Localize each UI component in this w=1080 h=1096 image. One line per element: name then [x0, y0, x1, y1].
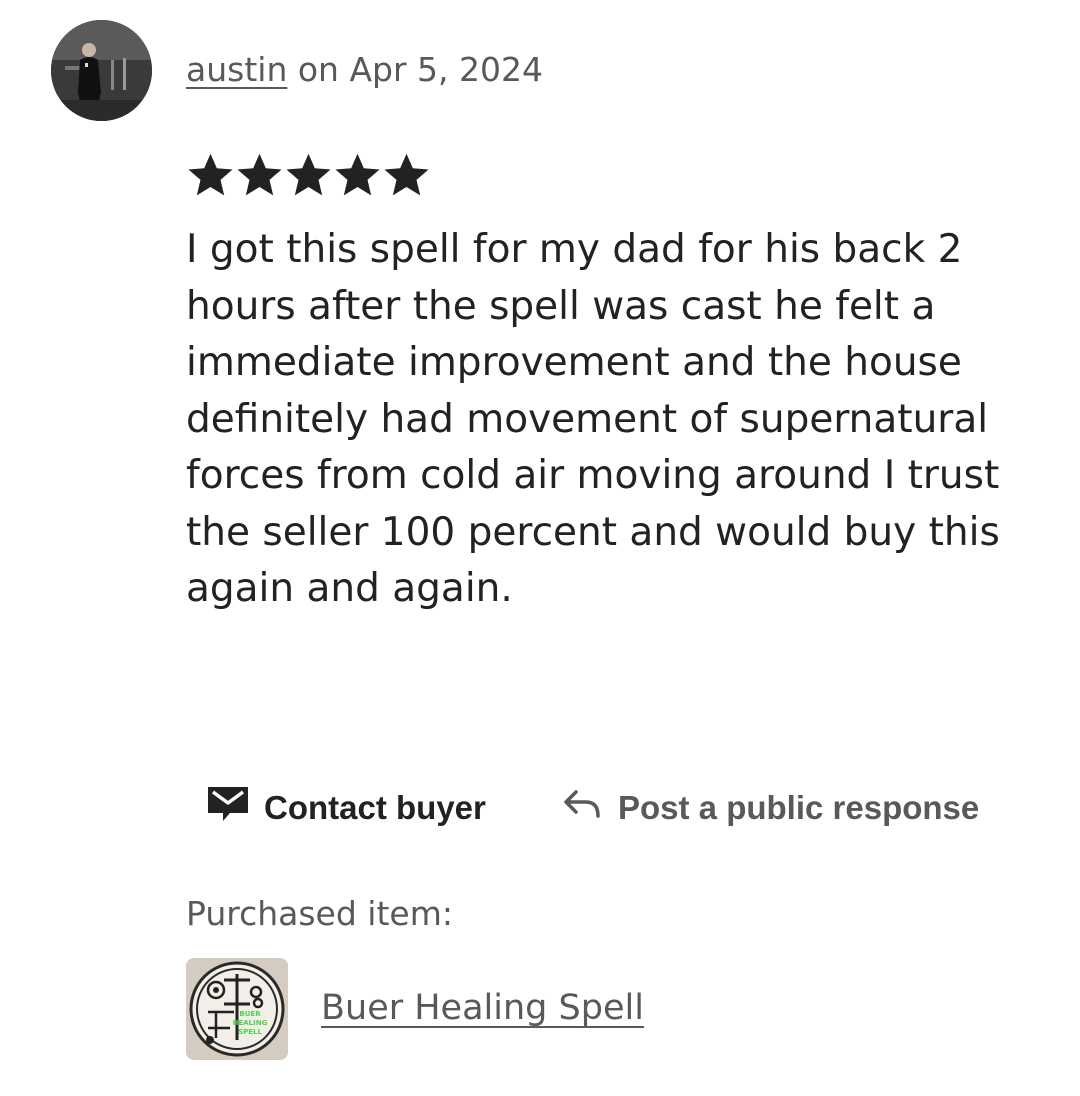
contact-buyer-label: Contact buyer	[264, 789, 486, 826]
buyer-avatar[interactable]	[51, 20, 152, 121]
purchased-item-label: Purchased item:	[186, 894, 453, 933]
post-public-response-button[interactable]: Post a public response	[562, 780, 979, 836]
reviewer-name-link[interactable]: austin	[186, 50, 287, 89]
star-icon	[335, 153, 380, 196]
purchased-item-thumbnail[interactable]: BUER HEALING SPELL	[186, 958, 288, 1060]
star-icon	[286, 153, 331, 196]
purchased-item-link[interactable]: Buer Healing Spell	[321, 986, 644, 1030]
date-prefix: on	[287, 50, 350, 89]
star-rating	[186, 150, 431, 200]
review-text: I got this spell for my dad for his back…	[186, 227, 1000, 611]
star-icon	[384, 153, 429, 196]
post-response-label: Post a public response	[618, 789, 980, 826]
review-date: Apr 5, 2024	[349, 50, 543, 89]
thumb-text-line: BUER	[239, 1010, 261, 1018]
thumb-text-line: HEALING	[233, 1019, 268, 1027]
review-byline: austin on Apr 5, 2024	[186, 50, 543, 90]
avatar-photo	[51, 20, 152, 121]
review-actions: Contact buyer Post a public response	[0, 780, 1080, 836]
contact-buyer-button[interactable]: Contact buyer	[206, 780, 486, 836]
star-icon	[188, 153, 233, 196]
sigil-image: BUER HEALING SPELL	[186, 958, 288, 1060]
reply-arrow-icon	[562, 786, 604, 830]
star-icon	[237, 153, 282, 196]
thumb-text-line: SPELL	[238, 1028, 262, 1036]
envelope-icon	[206, 785, 250, 831]
